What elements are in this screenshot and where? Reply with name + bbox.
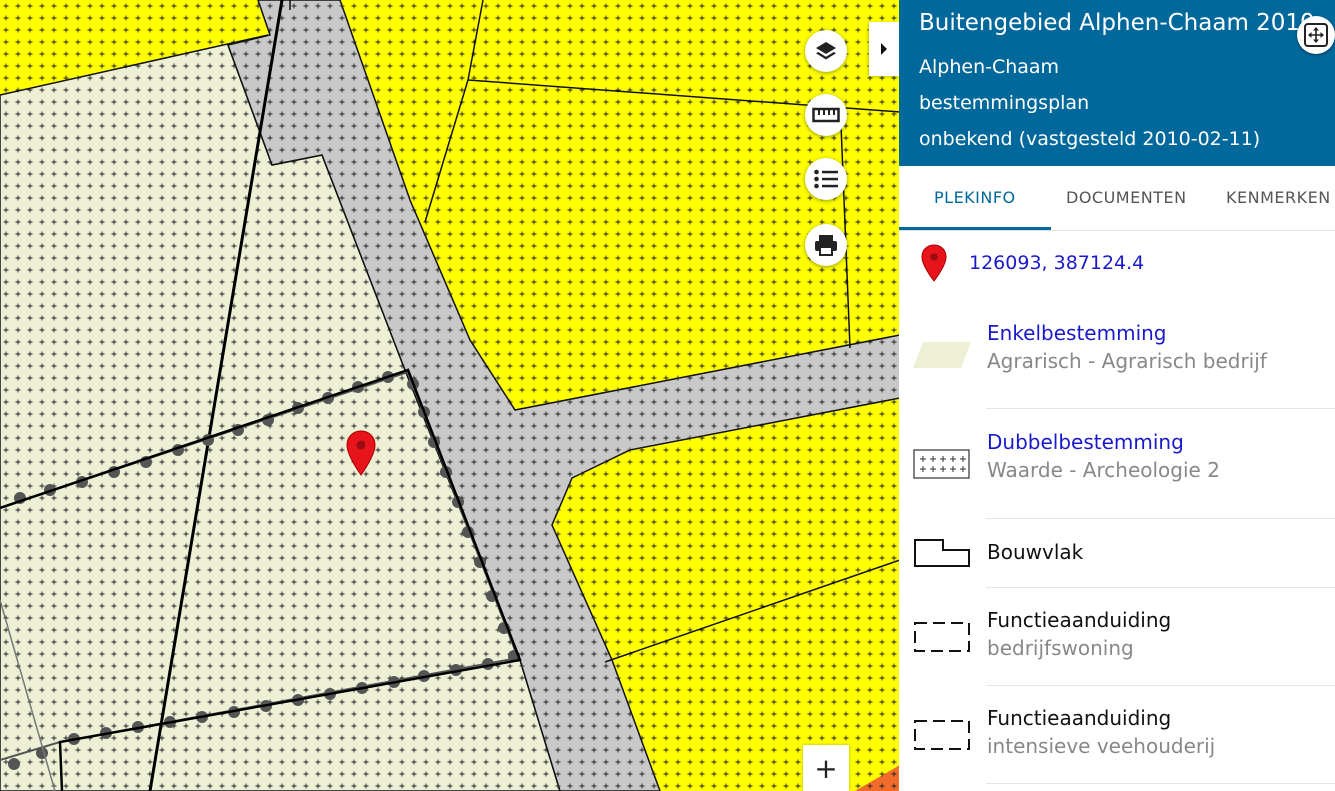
- plan-type: bestemmingsplan: [919, 92, 1090, 114]
- legend-title: Bouwvlak: [987, 540, 1084, 564]
- tab-documenten[interactable]: DOCUMENTEN: [1066, 166, 1187, 230]
- panel-tabs: PLEKINFO DOCUMENTEN KENMERKEN: [899, 166, 1335, 231]
- map-marker-icon: [921, 244, 947, 282]
- legend-subtitle: bedrijfswoning: [987, 636, 1134, 660]
- divider: [986, 587, 1335, 588]
- active-tab-indicator: [899, 227, 1051, 230]
- zoom-in-button[interactable]: +: [803, 745, 849, 791]
- info-panel: Buitengebied Alphen-Chaam 2010 Alphen-Ch…: [899, 0, 1335, 791]
- map-view[interactable]: +: [0, 0, 900, 791]
- fullscreen-button[interactable]: [1297, 16, 1335, 54]
- print-icon: [815, 235, 837, 256]
- legend-list-icon: [814, 169, 838, 189]
- archeologie-hatch-symbol: [913, 449, 970, 479]
- collapse-panel-button[interactable]: [869, 22, 899, 76]
- divider: [986, 408, 1335, 409]
- legend-item-bouwvlak: Bouwvlak: [899, 530, 1335, 586]
- map-marker-icon[interactable]: [346, 430, 376, 476]
- legend-item-dubbelbestemming: Dubbelbestemming Waarde - Archeologie 2: [899, 427, 1335, 517]
- map-canvas[interactable]: [0, 0, 900, 791]
- legend-title-link[interactable]: Dubbelbestemming: [987, 430, 1184, 454]
- ruler-icon: [812, 107, 840, 123]
- panel-header: Buitengebied Alphen-Chaam 2010 Alphen-Ch…: [899, 0, 1335, 166]
- layers-button[interactable]: [805, 30, 847, 72]
- legend-title-link[interactable]: Enkelbestemming: [987, 321, 1167, 345]
- print-button[interactable]: [805, 224, 847, 266]
- plan-status: onbekend (vastgesteld 2010-02-11): [919, 128, 1261, 150]
- divider: [986, 783, 1335, 784]
- bouwvlak-symbol: [914, 539, 970, 567]
- legend-subtitle: Agrarisch - Agrarisch bedrijf: [987, 349, 1267, 373]
- chevron-right-icon: [881, 43, 887, 55]
- legend-item-functieaanduiding-2: Functieaanduiding intensieve veehouderij: [899, 703, 1335, 783]
- divider: [986, 685, 1335, 686]
- legend-item-enkelbestemming: Enkelbestemming Agrarisch - Agrarisch be…: [899, 318, 1335, 408]
- measure-button[interactable]: [805, 94, 847, 136]
- legend-item-functieaanduiding-1: Functieaanduiding bedrijfswoning: [899, 605, 1335, 685]
- tab-kenmerken[interactable]: KENMERKEN: [1226, 166, 1331, 230]
- location-coordinates: 126093, 387124.4: [969, 252, 1145, 274]
- legend-title: Functieaanduiding: [987, 608, 1172, 632]
- tab-plekinfo[interactable]: PLEKINFO: [934, 166, 1016, 230]
- layers-icon: [816, 42, 836, 60]
- dashed-box-symbol: [914, 720, 970, 750]
- plan-title: Buitengebied Alphen-Chaam 2010: [919, 10, 1315, 36]
- dashed-box-symbol: [914, 622, 970, 652]
- legend-button[interactable]: [805, 158, 847, 200]
- legend-subtitle: intensieve veehouderij: [987, 734, 1216, 758]
- legend-title: Functieaanduiding: [987, 706, 1172, 730]
- legend-subtitle: Waarde - Archeologie 2: [987, 458, 1220, 482]
- agrarisch-area-symbol: [913, 342, 971, 368]
- plan-municipality: Alphen-Chaam: [919, 56, 1060, 78]
- divider: [986, 518, 1335, 519]
- fullscreen-icon: [1304, 23, 1328, 47]
